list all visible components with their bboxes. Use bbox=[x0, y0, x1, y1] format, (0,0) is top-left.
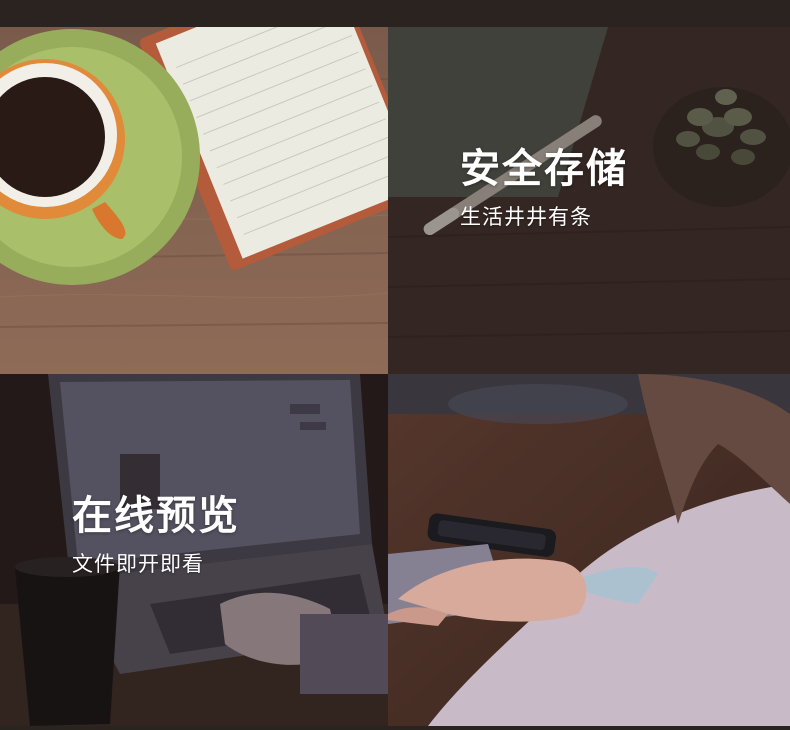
typing-photo-tile bbox=[388, 374, 790, 726]
preview-feature-caption: 在线预览 文件即开即看 bbox=[72, 496, 240, 575]
coffee-photo-tile bbox=[0, 27, 388, 374]
preview-photo-tile: 在线预览 文件即开即看 bbox=[0, 374, 388, 726]
preview-feature-title: 在线预览 bbox=[72, 493, 240, 539]
typing-photo bbox=[388, 374, 790, 726]
coffee-photo bbox=[0, 27, 388, 374]
storage-feature-caption: 安全存储 生活井井有条 bbox=[460, 149, 628, 228]
preview-feature-subtitle: 文件即开即看 bbox=[72, 552, 204, 576]
top-strip bbox=[0, 0, 790, 27]
bottom-strip bbox=[0, 726, 790, 730]
storage-photo-tile: 安全存储 生活井井有条 bbox=[388, 27, 790, 374]
storage-feature-title: 安全存储 bbox=[460, 146, 628, 192]
storage-feature-subtitle: 生活井井有条 bbox=[460, 205, 592, 229]
